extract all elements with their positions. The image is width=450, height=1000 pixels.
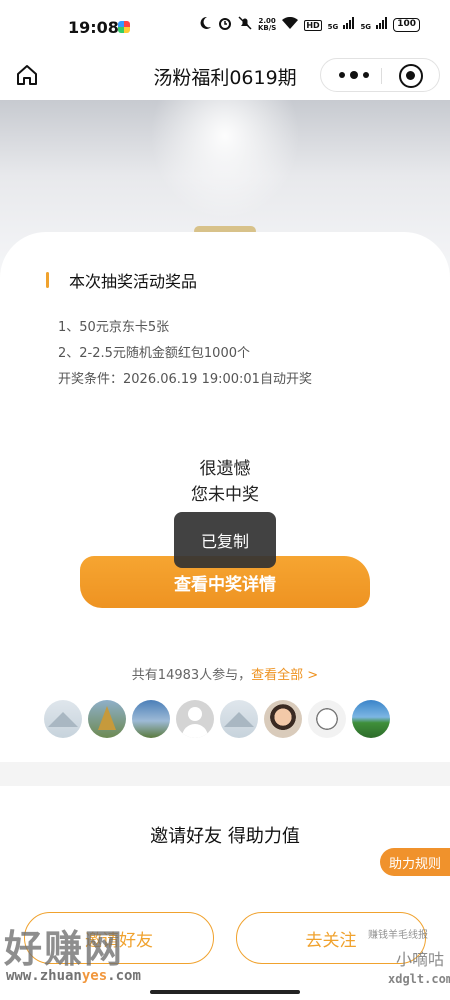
watermark-site: xdglt.com [388,972,450,986]
banner-spotlight [150,100,300,220]
network-type-2: 5G [360,23,372,31]
mini-program-capsule [320,58,440,92]
signal-bars-icon [343,17,355,29]
home-indicator [150,990,300,994]
network-type-1: 5G [327,23,339,31]
watermark-url-b: yes [81,968,108,984]
avatar [264,700,302,738]
watermark-url-a: www.zhuan [6,968,82,984]
watermark-logo-text: 好赚网 [4,927,125,971]
avatar [132,700,170,738]
mute-icon [238,16,252,34]
status-bar: 19:08 2.00 KB/S HD 5G 5G 100 [0,0,450,52]
participant-count: 共有14983人参与，查看全部 > [0,664,450,683]
view-all-link[interactable]: 查看全部 > [251,668,318,683]
signal-2: 5G [360,17,388,33]
avatar [352,700,390,738]
watermark-url: www.zhuanyes.com [6,968,141,984]
watermark-name: 小嘀咕 [396,950,445,969]
wifi-icon [282,16,299,34]
watermark-caption: 赚钱羊毛线报 [368,930,428,941]
speed-unit: KB/S [257,24,277,32]
moon-icon [198,16,212,34]
app-notification-icon [118,21,130,33]
participant-count-text: 共有14983人参与， [131,668,252,683]
alarm-icon [218,16,232,34]
avatar [308,700,346,738]
prize-item-1: 1、50元京东卡5张 [58,320,170,335]
status-time: 19:08 [68,18,119,37]
signal-1: 5G [328,17,355,33]
battery-icon: 100 [393,18,420,32]
prize-item-2: 2、2-2.5元随机金额红包1000个 [58,346,250,361]
capsule-divider [381,68,382,84]
watermark-url-c: .com [107,968,141,984]
section-title-text: 本次抽奖活动奖品 [69,272,198,291]
close-mini-program-icon[interactable] [399,64,423,88]
status-icons: 2.00 KB/S HD 5G 5G 100 [198,16,420,34]
boost-rules-button[interactable]: 助力规则 [380,848,450,876]
result-line-1: 很遗憾 [199,459,251,479]
invite-title: 邀请好友 得助力值 [150,826,300,847]
signal-bars-icon [376,17,388,29]
draw-condition: 开奖条件：2026.06.19 19:00:01自动开奖 [58,372,312,387]
nav-bar: 汤粉福利0619期 [0,52,450,100]
lottery-card: 本次抽奖活动奖品 1、50元京东卡5张 2、2-2.5元随机金额红包1000个 … [0,232,450,762]
title-accent-bar [46,272,49,288]
avatar [88,700,126,738]
avatar [176,700,214,738]
hd-badge: HD [304,19,322,31]
participant-avatars [44,700,390,738]
more-icon[interactable] [339,67,369,83]
copied-toast: 已复制 [174,512,276,568]
avatar [220,700,258,738]
prize-section-title: 本次抽奖活动奖品 [46,268,197,292]
result-line-2: 您未中奖 [191,485,259,505]
avatar [44,700,82,738]
network-speed: 2.00 KB/S [258,18,276,32]
